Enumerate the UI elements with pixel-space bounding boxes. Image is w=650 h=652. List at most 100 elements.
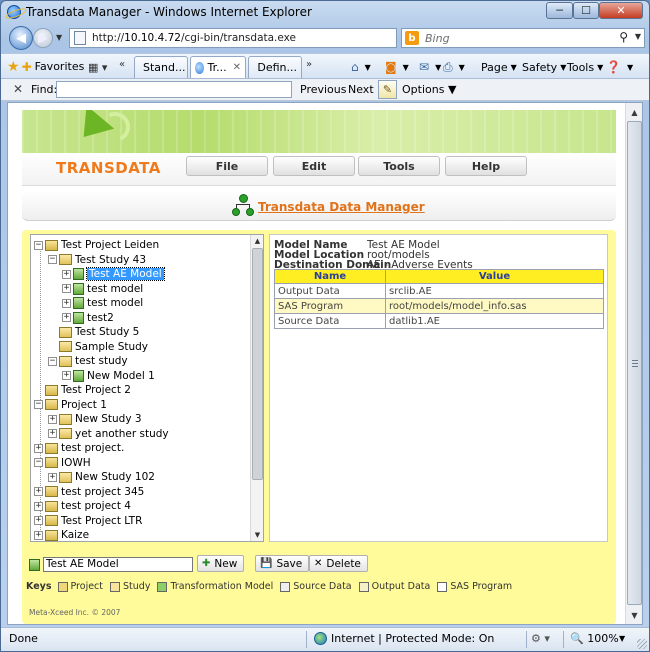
collapse-icon[interactable]: − [48,356,57,366]
search-box[interactable]: b Bing ⚲ ▼ [401,28,645,48]
tree-scroll-thumb[interactable] [252,248,263,480]
tree-scroll-down-icon[interactable]: ▼ [251,529,263,541]
menu-edit[interactable]: Edit [273,156,355,176]
tree-item-label[interactable]: Sample Study [75,341,148,353]
tree-item-label[interactable]: Test Study 5 [75,326,139,338]
search-icon[interactable]: ⚲ [619,30,628,44]
delete-button[interactable]: ✕ Delete [309,555,368,572]
tree-item-label[interactable]: test study [75,355,128,367]
find-options-icon[interactable]: ✎ [378,80,397,99]
tab-scroll-right-icon[interactable]: » [306,59,312,70]
tree-item-label[interactable]: Test Project Leiden [61,239,159,251]
tree-item-study[interactable]: + New Study 3 [48,412,142,426]
tree-item-study[interactable]: Sample Study [48,340,148,354]
collapse-icon[interactable]: − [34,458,43,467]
tree-item-project[interactable]: − IOWH [34,456,91,470]
expand-icon[interactable]: + [62,371,71,380]
tree-item-project[interactable]: + test project 4 [34,499,131,513]
tree-item-label[interactable]: test project. [61,442,124,454]
scroll-down-icon[interactable]: ▼ [627,607,642,623]
find-close-icon[interactable]: ✕ [13,82,23,96]
tree-item-label[interactable]: test model [87,283,143,295]
scroll-thumb[interactable] [627,121,642,605]
find-next-button[interactable]: Next [348,83,374,96]
collapse-icon[interactable]: − [34,400,43,409]
maximize-button[interactable]: ☐ [573,2,599,19]
resize-grip[interactable] [637,639,647,649]
favorites-button[interactable]: ★ ✚ Favorites [7,57,84,76]
close-button[interactable]: ✕ [599,2,643,19]
find-input[interactable] [56,81,292,98]
new-button[interactable]: ✚ New [197,555,245,572]
page-menu[interactable]: Page ▼ [481,58,517,76]
menu-tools[interactable]: Tools [358,156,440,176]
tree-item-study[interactable]: − Test Study 43 [48,253,146,267]
tab-definitions[interactable]: Defin... [248,56,302,78]
table-row[interactable]: Output Data srclib.AE [274,283,604,299]
table-row[interactable]: SAS Program root/models/model_info.sas [274,298,604,314]
page-scrollbar[interactable]: ▲ ▼ [625,103,642,624]
tools-menu[interactable]: Tools ▼ [567,58,603,76]
tree-item-project[interactable]: + test project 345 [34,485,144,499]
collapse-icon[interactable]: − [48,255,57,264]
tree-item-model[interactable]: + New Model 1 [62,369,155,383]
tree-item-project[interactable]: − Test Project Leiden [34,238,159,252]
section-title[interactable]: Transdata Data Manager [258,200,425,214]
find-previous-button[interactable]: Previous [300,83,347,96]
tree-item-label[interactable]: New Study 3 [75,413,142,425]
tree-item-label[interactable]: Test AE Model [86,267,165,281]
tree-item-project[interactable]: Test Project 2 [34,383,131,397]
tree-item-label[interactable]: Test Study 43 [75,254,146,266]
tree-scroll-up-icon[interactable]: ▲ [251,235,263,247]
tree-item-project[interactable]: − Project 1 [34,398,107,412]
popup-blocker-icon[interactable]: ⚙ ▾ [531,632,550,645]
tree-item-project[interactable]: + Test Project LTR [34,514,142,528]
tree-item-model[interactable]: + test model [62,282,143,296]
security-zone[interactable]: Internet | Protected Mode: On [331,632,494,645]
tree-item-model[interactable]: + test model [62,296,143,310]
tab-scroll-left-icon[interactable]: « [119,59,125,70]
expand-icon[interactable]: + [34,443,43,453]
tree-item-label[interactable]: New Model 1 [87,370,155,382]
tree-item-label[interactable]: IOWH [61,457,91,469]
tree-item-label[interactable]: Kaize [61,529,89,541]
tab-standards[interactable]: Stand... [134,56,188,78]
tree-item-study[interactable]: − test study [48,354,128,368]
tree-item-label[interactable]: yet another study [75,428,169,440]
quick-tabs-button[interactable]: ▦ ▾ [88,58,114,76]
expand-icon[interactable]: + [34,530,43,540]
expand-icon[interactable]: + [48,472,57,482]
save-button[interactable]: 💾 Save [255,555,310,572]
expand-icon[interactable]: + [62,313,71,322]
address-bar[interactable]: http://10.10.4.72/cgi-bin/transdata.exe … [69,28,463,50]
tree-item-study[interactable]: + yet another study [48,427,169,441]
zoom-level[interactable]: 🔍 100% [570,632,619,645]
tree-item-project[interactable]: + test project. [34,441,124,455]
find-options-button[interactable]: Options ▼ [402,83,456,96]
tree-item-model[interactable]: + test2 [62,311,114,325]
model-name-input[interactable]: Test AE Model [43,557,193,572]
table-row[interactable]: Source Data datlib1.AE [274,313,604,329]
tree-item-label[interactable]: Project 1 [61,399,107,411]
minimize-button[interactable]: ─ [546,2,573,19]
tree-item-label[interactable]: test model [87,297,143,309]
zoom-dropdown-icon[interactable]: ▼ [619,634,625,643]
expand-icon[interactable]: + [48,429,57,438]
tree-item-label[interactable]: New Study 102 [75,471,155,483]
mail-button[interactable]: ✉ ▼ [419,58,441,76]
menu-file[interactable]: File [186,156,268,176]
add-favorite-icon[interactable]: ✚ [22,60,32,74]
tree-item-model[interactable]: + Test AE Model [62,267,165,281]
tab-transdata[interactable]: Tr... ✕ [190,56,246,78]
tree-item-label[interactable]: test project 4 [61,500,131,512]
expand-icon[interactable]: + [62,269,71,279]
tree-item-label[interactable]: Test Project 2 [61,384,131,396]
menu-help[interactable]: Help [445,156,527,176]
expand-icon[interactable]: + [48,414,57,424]
expand-icon[interactable]: + [34,487,43,496]
scroll-up-icon[interactable]: ▲ [627,104,642,120]
tree-item-label[interactable]: test2 [87,312,114,324]
safety-menu[interactable]: Safety ▼ [522,58,566,76]
search-dropdown-icon[interactable]: ▼ [635,32,641,41]
tree-item-study[interactable]: Test Study 5 [48,325,139,339]
